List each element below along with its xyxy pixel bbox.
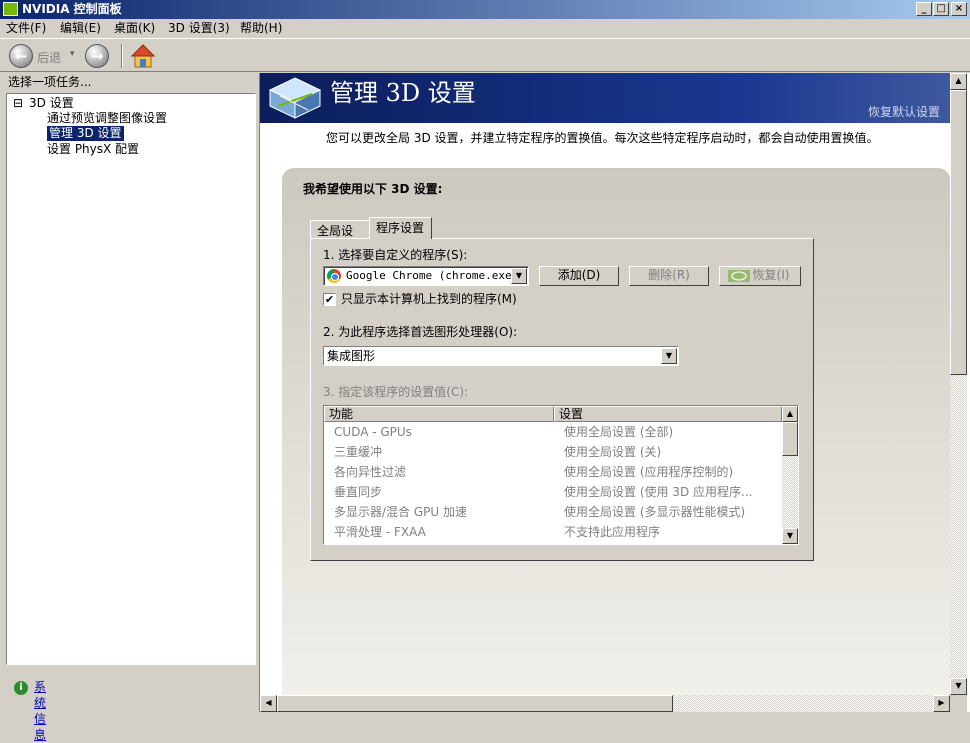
row-setting: 不支持此应用程序	[564, 525, 661, 539]
program-combo[interactable]: Google Chrome (chrome.exe) ▼	[323, 266, 529, 286]
step1-label: 1. 选择要自定义的程序(S):	[323, 248, 468, 262]
add-button[interactable]: 添加(D)	[539, 266, 619, 286]
step3-label: 3. 指定该程序的设置值(C):	[323, 385, 469, 399]
column-setting[interactable]: 设置	[554, 406, 782, 422]
tab-global-settings[interactable]: 全局设置	[310, 220, 370, 258]
chrome-icon	[327, 269, 341, 283]
table-row[interactable]: 垂直同步 使用全局设置 (使用 3D 应用程序...	[324, 482, 782, 502]
menu-file[interactable]: 文件(F)	[6, 21, 46, 36]
scroll-down-icon[interactable]: ▼	[782, 528, 798, 544]
back-arrow-icon[interactable]: ←	[9, 44, 33, 68]
column-feature[interactable]: 功能	[324, 406, 554, 422]
scroll-down-icon[interactable]: ▼	[950, 678, 967, 695]
gpu-select-value: 集成图形	[327, 349, 376, 363]
task-tree[interactable]: ⊟ 3D 设置 通过预览调整图像设置 管理 3D 设置 设置 PhysX 配置	[6, 93, 256, 665]
table-scroll-thumb[interactable]	[782, 422, 798, 456]
vertical-scrollbar[interactable]: ▲ ▼	[950, 73, 967, 695]
row-feature: 平滑处理 - FXAA	[334, 525, 426, 539]
toolbar: ← 后退 ▾ →	[0, 38, 970, 72]
menu-3d-settings[interactable]: 3D 设置(3)	[168, 21, 230, 36]
close-button[interactable]: ×	[951, 2, 967, 16]
home-icon[interactable]	[130, 43, 156, 69]
page-description: 您可以更改全局 3D 设置，并建立特定程序的置换值。每次这些特定程序启动时，都会…	[326, 131, 879, 145]
vertical-scroll-thumb[interactable]	[950, 90, 967, 375]
table-row[interactable]: 平滑处理 - FXAA 不支持此应用程序	[324, 522, 782, 542]
table-row[interactable]: 多显示器/混合 GPU 加速 使用全局设置 (多显示器性能模式)	[324, 502, 782, 522]
row-setting: 使用全局设置 (多显示器性能模式)	[564, 505, 746, 519]
horizontal-scrollbar[interactable]: ◀ ▶	[260, 695, 950, 712]
restore-defaults-link[interactable]: 恢复默认设置	[868, 103, 940, 120]
back-button-label[interactable]: 后退	[37, 49, 61, 66]
scroll-right-icon[interactable]: ▶	[933, 695, 950, 712]
program-settings-panel: 1. 选择要自定义的程序(S): Google Chrome (chrome.e…	[310, 238, 814, 561]
table-row[interactable]: 三重缓冲 使用全局设置 (关)	[324, 442, 782, 462]
restore-button-label: 恢复(I)	[752, 268, 790, 282]
row-setting: 使用全局设置 (应用程序控制的)	[564, 465, 734, 479]
page-title: 管理 3D 设置	[330, 79, 476, 107]
system-info-link[interactable]: 系统信息	[34, 679, 46, 743]
toolbar-separator	[121, 44, 123, 68]
row-feature: 各向异性过滤	[334, 465, 407, 479]
menu-help[interactable]: 帮助(H)	[240, 21, 282, 36]
menu-bar: 文件(F) 编辑(E) 桌面(K) 3D 设置(3) 帮助(H)	[0, 19, 970, 38]
menu-desktop[interactable]: 桌面(K)	[114, 21, 155, 36]
scroll-up-icon[interactable]: ▲	[782, 406, 798, 422]
menu-edit[interactable]: 编辑(E)	[60, 21, 101, 36]
table-scrollbar[interactable]: ▲ ▼	[782, 406, 798, 544]
minimize-button[interactable]: _	[916, 2, 932, 16]
row-feature: 多显示器/混合 GPU 加速	[334, 505, 467, 519]
row-feature: CUDA - GPUs	[334, 425, 412, 439]
chevron-down-icon[interactable]: ▼	[661, 348, 677, 364]
row-setting: 使用全局设置 (使用 3D 应用程序...	[564, 485, 753, 499]
table-header: 功能 设置	[324, 406, 782, 422]
scrollbar-corner	[950, 695, 967, 712]
settings-box: 我希望使用以下 3D 设置: 全局设置 程序设置 1. 选择要自定义的程序(S)…	[282, 168, 950, 712]
show-found-only-label[interactable]: 只显示本计算机上找到的程序(M)	[341, 292, 517, 307]
settings-table[interactable]: 功能 设置 CUDA - GPUs 使用全局设置 (全部) 三重缓冲 使用全局设…	[323, 405, 799, 545]
forward-arrow-icon[interactable]: →	[85, 44, 109, 68]
page-banner: 管理 3D 设置 恢复默认设置	[260, 73, 950, 123]
horizontal-scroll-thumb[interactable]	[277, 695, 673, 712]
row-feature: 三重缓冲	[334, 445, 383, 459]
step2-label: 2. 为此程序选择首选图形处理器(O):	[323, 325, 518, 339]
info-icon: i	[14, 681, 28, 695]
row-setting: 使用全局设置 (关)	[564, 445, 662, 459]
nvidia-eye-icon	[728, 270, 750, 282]
tree-item-preview-image[interactable]: 通过预览调整图像设置	[47, 111, 167, 126]
settings-box-title: 我希望使用以下 3D 设置:	[303, 182, 443, 196]
3d-settings-icon	[268, 77, 322, 119]
tree-item-manage-3d[interactable]: 管理 3D 设置	[47, 126, 124, 141]
nvidia-logo-icon	[3, 2, 18, 16]
content-pane: 管理 3D 设置 恢复默认设置 您可以更改全局 3D 设置，并建立特定程序的置换…	[259, 73, 970, 712]
tree-collapse-icon[interactable]: ⊟	[13, 96, 23, 111]
program-combo-value: Google Chrome (chrome.exe)	[346, 269, 519, 282]
title-bar[interactable]: NVIDIA 控制面板 _ □ ×	[0, 0, 970, 19]
table-row[interactable]: CUDA - GPUs 使用全局设置 (全部)	[324, 422, 782, 442]
restore-button[interactable]: 恢复(I)	[719, 266, 801, 286]
row-feature: 垂直同步	[334, 485, 383, 499]
table-row[interactable]: 各向异性过滤 使用全局设置 (应用程序控制的)	[324, 462, 782, 482]
row-setting: 使用全局设置 (全部)	[564, 425, 674, 439]
tree-item-physx[interactable]: 设置 PhysX 配置	[47, 142, 139, 157]
task-pane: 选择一项任务... ⊟ 3D 设置 通过预览调整图像设置 管理 3D 设置 设置…	[4, 73, 258, 742]
scroll-up-icon[interactable]: ▲	[950, 73, 967, 90]
window-title: NVIDIA 控制面板	[22, 2, 122, 16]
show-found-only-checkbox[interactable]: ✔	[323, 293, 336, 306]
maximize-button[interactable]: □	[933, 2, 949, 16]
tab-program-settings[interactable]: 程序设置	[369, 217, 432, 239]
back-dropdown-icon[interactable]: ▾	[70, 49, 75, 59]
scroll-left-icon[interactable]: ◀	[260, 695, 277, 712]
remove-button[interactable]: 删除(R)	[629, 266, 709, 286]
task-pane-header: 选择一项任务...	[8, 75, 92, 89]
tree-item-3d-settings[interactable]: 3D 设置	[29, 96, 74, 111]
gpu-select[interactable]: 集成图形 ▼	[323, 346, 679, 366]
chevron-down-icon[interactable]: ▼	[511, 268, 527, 284]
